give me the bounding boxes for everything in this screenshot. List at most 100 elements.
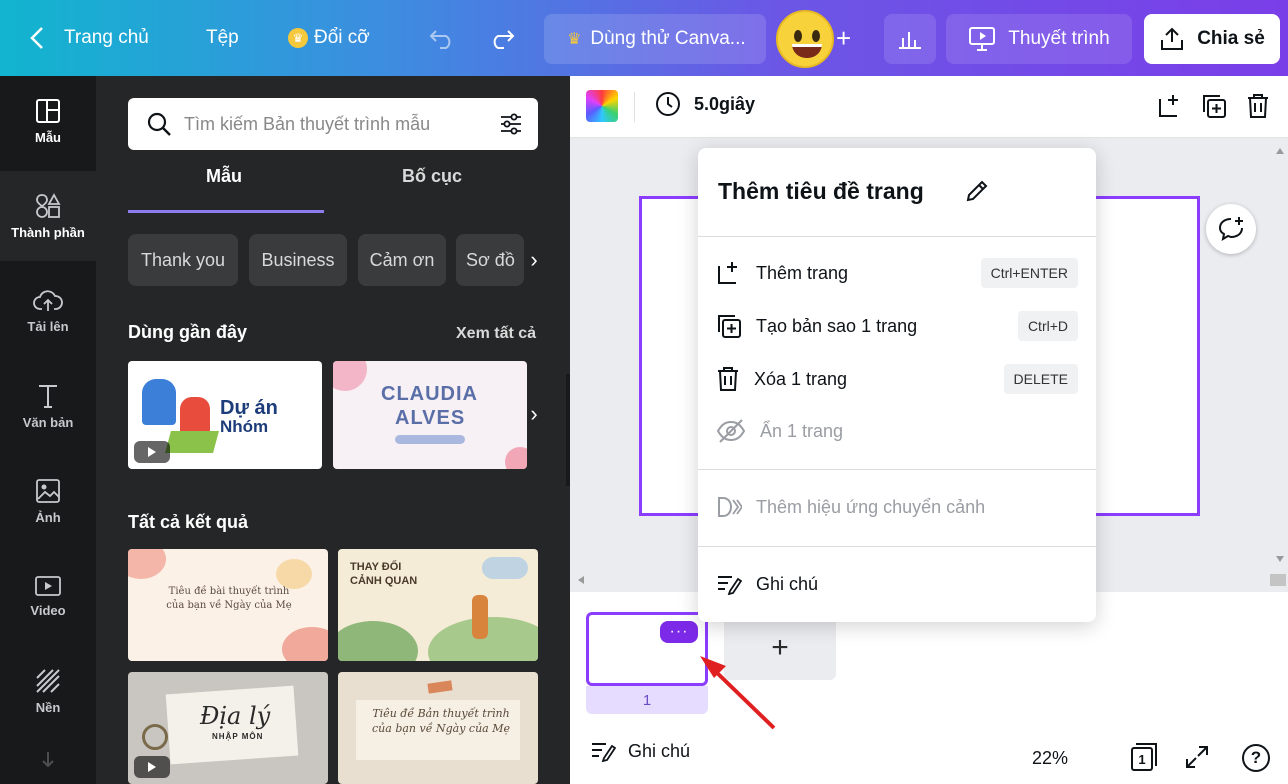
search-input[interactable]: Tìm kiếm Bản thuyết trình mẫu <box>184 114 498 135</box>
resize-label: Đổi cỡ <box>314 27 370 48</box>
template-title: Nhóm <box>220 417 269 436</box>
duration-label: 5.0giây <box>694 93 756 114</box>
vertical-scrollbar[interactable] <box>1272 140 1288 570</box>
annotation-arrow-icon <box>700 656 776 730</box>
result-template-1[interactable]: Tiêu đề bài thuyết trình của bạn về Ngày… <box>128 549 328 661</box>
duplicate-page-icon[interactable] <box>1198 90 1230 122</box>
search-icon <box>147 112 171 136</box>
menu-title[interactable]: Thêm tiêu đề trang <box>718 178 924 205</box>
menu-item-hide-page[interactable]: Ẩn 1 trang <box>716 411 1078 451</box>
zoom-level[interactable]: 22% <box>1032 748 1068 769</box>
rail-item-more[interactable] <box>0 741 96 784</box>
notes-icon <box>718 576 742 595</box>
transition-icon <box>718 497 742 517</box>
crown-icon: ♛ <box>567 31 582 48</box>
chip-thank-you[interactable]: Thank you <box>128 234 238 286</box>
menu-divider <box>698 236 1096 237</box>
rail-item-text[interactable]: Văn bản <box>0 361 96 451</box>
menu-divider <box>698 546 1096 547</box>
present-button[interactable]: Thuyết trình <box>946 14 1132 64</box>
rail-item-background[interactable]: Nền <box>0 646 96 736</box>
shortcut-badge: Ctrl+ENTER <box>980 258 1078 288</box>
page-count-button[interactable]: 1 <box>1128 742 1158 772</box>
chip-cam-on[interactable]: Cảm ơn <box>358 234 446 286</box>
template-icon <box>36 98 60 123</box>
back-chevron-icon[interactable] <box>30 0 44 76</box>
recent-template-1[interactable]: Dự án Nhóm <box>128 361 322 469</box>
shortcut-badge: Ctrl+D <box>1017 311 1078 341</box>
result-template-3[interactable]: Địa lý NHẬP MÔN <box>128 672 328 784</box>
menu-item-label: Ghi chú <box>756 573 819 594</box>
recent-next-icon[interactable]: › <box>524 394 544 434</box>
page-context-menu: Thêm tiêu đề trang Thêm trang Ctrl+ENTER… <box>698 148 1096 622</box>
shortcut-badge: DELETE <box>1003 364 1078 394</box>
play-icon <box>134 756 170 778</box>
trash-icon[interactable] <box>1242 90 1274 122</box>
search-box[interactable]: Tìm kiếm Bản thuyết trình mẫu <box>128 98 538 150</box>
present-label: Thuyết trình <box>1008 28 1110 49</box>
rail-label: Tải lên <box>27 318 69 334</box>
menu-item-duplicate-page[interactable]: Tạo bản sao 1 trang Ctrl+D <box>716 306 1078 346</box>
duplicate-page-icon <box>718 315 741 338</box>
add-page-icon <box>718 262 737 284</box>
template-title: NHẬP MÔN <box>212 732 264 741</box>
notes-label: Ghi chú <box>628 740 691 761</box>
rail-item-video[interactable]: Video <box>0 551 96 641</box>
color-picker-icon[interactable] <box>586 90 618 122</box>
template-title: ALVES <box>395 407 466 429</box>
tab-layouts[interactable]: Bố cục <box>402 166 462 187</box>
add-page-icon[interactable] <box>1154 90 1186 122</box>
editor-toolbar: 5.0giây <box>570 76 1288 138</box>
recent-template-2[interactable]: CLAUDIA ALVES <box>333 361 527 469</box>
active-tab-indicator <box>128 210 324 213</box>
pencil-icon[interactable] <box>964 178 990 209</box>
all-results-title: Tất cả kết quả <box>128 512 249 532</box>
menu-item-add-page[interactable]: Thêm trang Ctrl+ENTER <box>716 253 1078 293</box>
see-all-link[interactable]: Xem tất cả <box>456 325 536 343</box>
notes-button[interactable]: Ghi chú <box>590 740 690 762</box>
share-button[interactable]: Chia sẻ <box>1144 14 1280 64</box>
chips-next-icon[interactable]: › <box>524 240 544 280</box>
home-link[interactable]: Trang chủ <box>64 0 149 76</box>
analytics-button[interactable] <box>884 14 936 64</box>
comment-plus-icon <box>1218 217 1243 242</box>
chip-business[interactable]: Business <box>249 234 347 286</box>
duration-button[interactable]: 5.0giây <box>654 90 755 118</box>
chip-so-do[interactable]: Sơ đồ <box>456 234 524 286</box>
rail-item-uploads[interactable]: Tải lên <box>0 266 96 356</box>
rail-label: Văn bản <box>22 414 74 430</box>
left-rail: Mẫu Thành phần Tải lên Văn bản Ảnh Video… <box>0 76 96 784</box>
resize-button[interactable]: ♛ Đổi cỡ <box>288 0 370 76</box>
top-bar: Trang chủ Tệp ♛ Đổi cỡ ♛ Dùng thử Canva.… <box>0 0 1288 76</box>
menu-item-add-transition: Thêm hiệu ứng chuyển cảnh <box>716 487 1078 527</box>
filter-icon[interactable] <box>498 111 524 137</box>
rail-item-templates[interactable]: Mẫu <box>0 76 96 166</box>
add-collaborator-icon[interactable]: + <box>836 0 851 76</box>
templates-panel: Tìm kiếm Bản thuyết trình mẫu Mẫu Bố cục… <box>96 76 570 784</box>
video-icon <box>35 575 61 596</box>
help-icon[interactable]: ? <box>1242 744 1270 772</box>
crown-icon: ♛ <box>288 28 308 48</box>
rail-item-elements[interactable]: Thành phần <box>0 171 96 261</box>
share-label: Chia sẻ <box>1197 28 1265 49</box>
fullscreen-icon[interactable] <box>1184 744 1210 775</box>
trash-icon <box>718 367 738 391</box>
menu-item-notes[interactable]: Ghi chú <box>716 564 1078 604</box>
file-menu[interactable]: Tệp <box>206 0 239 76</box>
result-template-2[interactable]: THAY ĐỔI CẢNH QUAN <box>338 549 538 661</box>
undo-icon[interactable] <box>428 0 456 76</box>
result-template-4[interactable]: Tiêu đề Bản thuyết trình của bạn về Ngày… <box>338 672 538 784</box>
elements-icon <box>36 192 61 218</box>
trial-button[interactable]: ♛ Dùng thử Canva... <box>544 14 766 64</box>
template-title: THAY ĐỔI <box>350 561 402 573</box>
rail-label: Mẫu <box>35 129 61 145</box>
rail-item-photos[interactable]: Ảnh <box>0 456 96 546</box>
page-count: 1 <box>1138 752 1146 767</box>
rail-label: Thành phần <box>11 224 85 240</box>
tab-templates[interactable]: Mẫu <box>206 166 242 187</box>
avatar[interactable] <box>776 10 834 68</box>
download-icon <box>42 751 54 767</box>
add-comment-button[interactable] <box>1206 204 1256 254</box>
redo-icon[interactable] <box>488 0 516 76</box>
menu-item-delete-page[interactable]: Xóa 1 trang DELETE <box>716 359 1078 399</box>
